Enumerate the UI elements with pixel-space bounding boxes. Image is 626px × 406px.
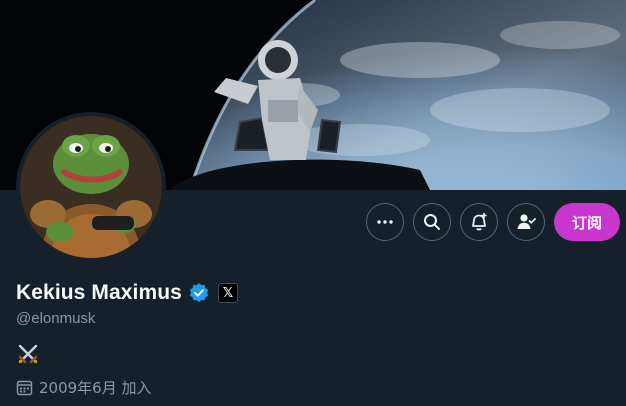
following-icon — [517, 214, 536, 229]
subscribe-button[interactable]: 订阅 — [553, 203, 620, 241]
more-button[interactable] — [365, 203, 404, 241]
verified-badge-icon[interactable] — [188, 282, 210, 304]
avatar-image — [20, 116, 162, 258]
search-button[interactable] — [412, 203, 451, 241]
display-name: Kekius Maximus — [16, 281, 182, 304]
profile-actions: 订阅 — [365, 202, 620, 242]
search-icon — [423, 214, 440, 230]
profile-name-row: Kekius Maximus 𝕏 — [16, 281, 238, 305]
profile-avatar[interactable] — [16, 112, 166, 262]
calendar-icon — [16, 380, 33, 396]
affiliate-x-icon[interactable]: 𝕏 — [217, 283, 238, 303]
profile-handle: @elonmusk — [16, 310, 96, 327]
notifications-button[interactable] — [459, 203, 498, 241]
following-button[interactable] — [506, 203, 545, 241]
joined-date-row: 2009年6月 加入 — [16, 377, 152, 398]
crossed-swords-icon — [18, 344, 38, 364]
joined-date-text: 2009年6月 加入 — [39, 379, 152, 397]
notification-bell-icon — [472, 213, 487, 231]
more-icon — [377, 220, 393, 224]
